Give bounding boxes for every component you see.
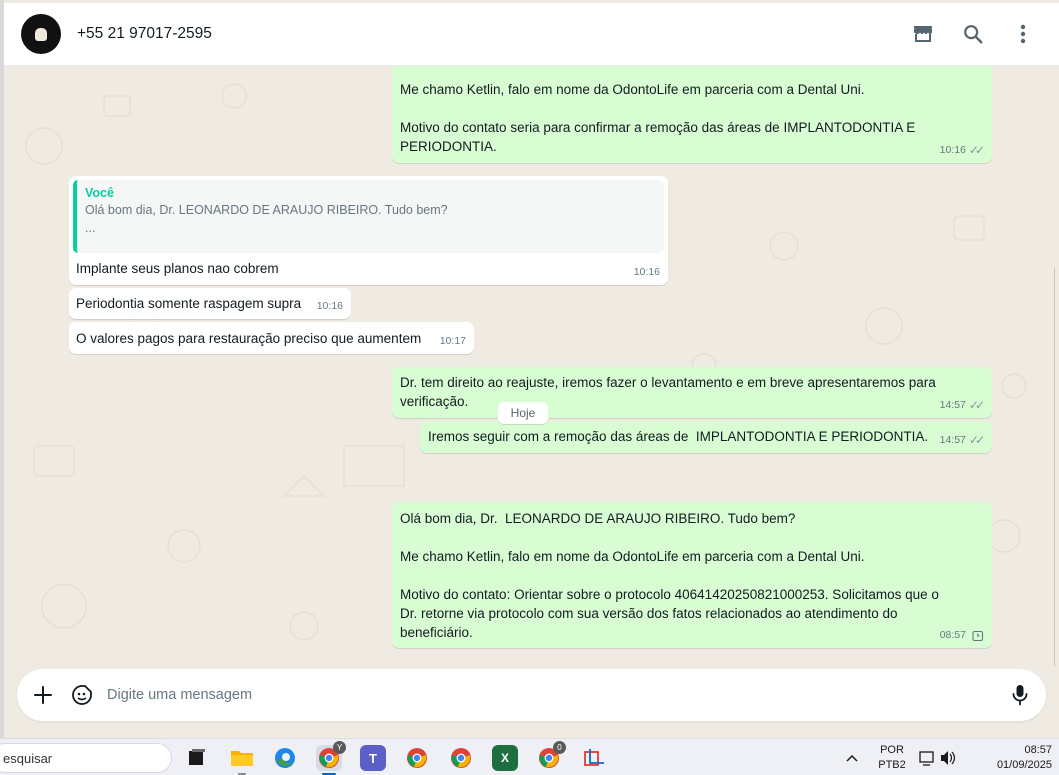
message-text: Dr. tem direito ao reajuste, iremos faze…: [400, 375, 936, 409]
incoming-message[interactable]: Periodontia somente raspagem supra 10:16: [69, 288, 351, 319]
scrollbar[interactable]: [1054, 266, 1055, 666]
quote-text: Olá bom dia, Dr. LEONARDO DE ARAUJO RIBE…: [85, 203, 448, 217]
profile-badge: Y: [333, 741, 346, 754]
quoted-message[interactable]: Você Olá bom dia, Dr. LEONARDO DE ARAUJO…: [73, 180, 664, 253]
chrome-profile-icon[interactable]: 0: [536, 741, 566, 771]
message-time: 08:57: [939, 629, 966, 641]
outgoing-message[interactable]: Olá bom dia, Dr. LEONARDO DE ARAUJO RIBE…: [392, 502, 992, 648]
message-time: 10:16: [633, 266, 660, 278]
message-meta: 10:17: [440, 332, 466, 351]
message-text: Me chamo Ketlin, falo em nome da OdontoL…: [400, 82, 916, 154]
double-check-icon: ✓✓: [968, 433, 985, 447]
chrome-browser-icon[interactable]: Y: [316, 741, 346, 775]
search-icon[interactable]: [960, 21, 986, 47]
message-input[interactable]: [107, 683, 987, 707]
task-view-icon[interactable]: [184, 745, 210, 771]
message-time: 14:57: [939, 434, 966, 446]
outgoing-message[interactable]: Dr. tem direito ao reajuste, iremos faze…: [392, 367, 992, 418]
menu-icon[interactable]: [1010, 21, 1036, 47]
taskbar: esquisar Y T X 0 POR PTB2 08:57 01/09/20…: [0, 738, 1059, 775]
excel-icon[interactable]: X: [492, 745, 518, 771]
message-time: 14:57: [939, 399, 966, 411]
message-time: 10:16: [316, 300, 343, 312]
snipping-tool-icon[interactable]: [580, 745, 606, 771]
message-meta: 14:57 ✓✓: [939, 396, 985, 415]
clock-time: 08:57: [1024, 744, 1052, 756]
chat-header: +55 21 97017-2595: [4, 3, 1059, 66]
system-clock[interactable]: 08:57 01/09/2025: [970, 743, 1056, 773]
date-divider: Hoje: [498, 402, 548, 424]
language-indicator[interactable]: POR PTB2: [872, 743, 912, 773]
message-text: Periodontia somente raspagem supra: [76, 296, 302, 311]
language-code: POR: [880, 744, 904, 756]
contact-name[interactable]: +55 21 97017-2595: [77, 25, 212, 43]
window-edge: [0, 0, 4, 738]
microphone-icon[interactable]: [1007, 682, 1033, 708]
chevron-up-icon[interactable]: [842, 745, 862, 771]
taskbar-search[interactable]: esquisar: [0, 743, 172, 773]
clock-pending-icon: [972, 630, 984, 641]
message-text: Implante seus planos nao cobrem: [76, 261, 279, 276]
chrome-profile-icon[interactable]: [448, 745, 474, 771]
message-time: 10:16: [939, 144, 966, 156]
outgoing-message[interactable]: Me chamo Ketlin, falo em nome da OdontoL…: [392, 66, 992, 163]
message-meta: 10:16: [317, 297, 343, 316]
message-text: Iremos seguir com a remoção das áreas de…: [428, 429, 929, 444]
quote-author: Você: [85, 186, 114, 200]
double-check-icon: ✓✓: [968, 143, 985, 157]
incoming-message[interactable]: Você Olá bom dia, Dr. LEONARDO DE ARAUJO…: [69, 176, 668, 285]
message-meta: 08:57: [940, 626, 984, 645]
file-explorer-icon[interactable]: [229, 745, 255, 775]
message-time: 10:17: [439, 335, 466, 347]
quote-ellipsis: ...: [85, 221, 96, 235]
attach-plus-icon[interactable]: [30, 682, 56, 708]
incoming-message[interactable]: O valores pagos para restauração preciso…: [69, 322, 474, 354]
outgoing-message[interactable]: Iremos seguir com a remoção das áreas de…: [420, 421, 992, 453]
message-composer: [17, 669, 1046, 721]
contact-avatar[interactable]: [21, 14, 61, 54]
teams-icon[interactable]: T: [360, 745, 386, 771]
notification-badge: 0: [553, 741, 566, 754]
message-text: Olá bom dia, Dr. LEONARDO DE ARAUJO RIBE…: [400, 511, 939, 640]
edge-browser-icon[interactable]: [272, 745, 298, 771]
sticker-emoji-icon[interactable]: [69, 682, 95, 708]
system-tray-icons[interactable]: [918, 745, 958, 771]
message-meta: 14:57 ✓✓: [939, 431, 985, 450]
chrome-profile-icon[interactable]: [404, 745, 430, 771]
message-meta: 10:16 ✓✓: [939, 141, 985, 160]
double-check-icon: ✓✓: [968, 398, 985, 412]
message-meta: 10:16: [634, 263, 660, 282]
keyboard-layout: PTB2: [878, 759, 906, 771]
tooth-logo-icon: [35, 27, 47, 41]
store-icon[interactable]: [910, 21, 936, 47]
clock-date: 01/09/2025: [996, 759, 1052, 771]
message-text: O valores pagos para restauração preciso…: [76, 331, 422, 346]
